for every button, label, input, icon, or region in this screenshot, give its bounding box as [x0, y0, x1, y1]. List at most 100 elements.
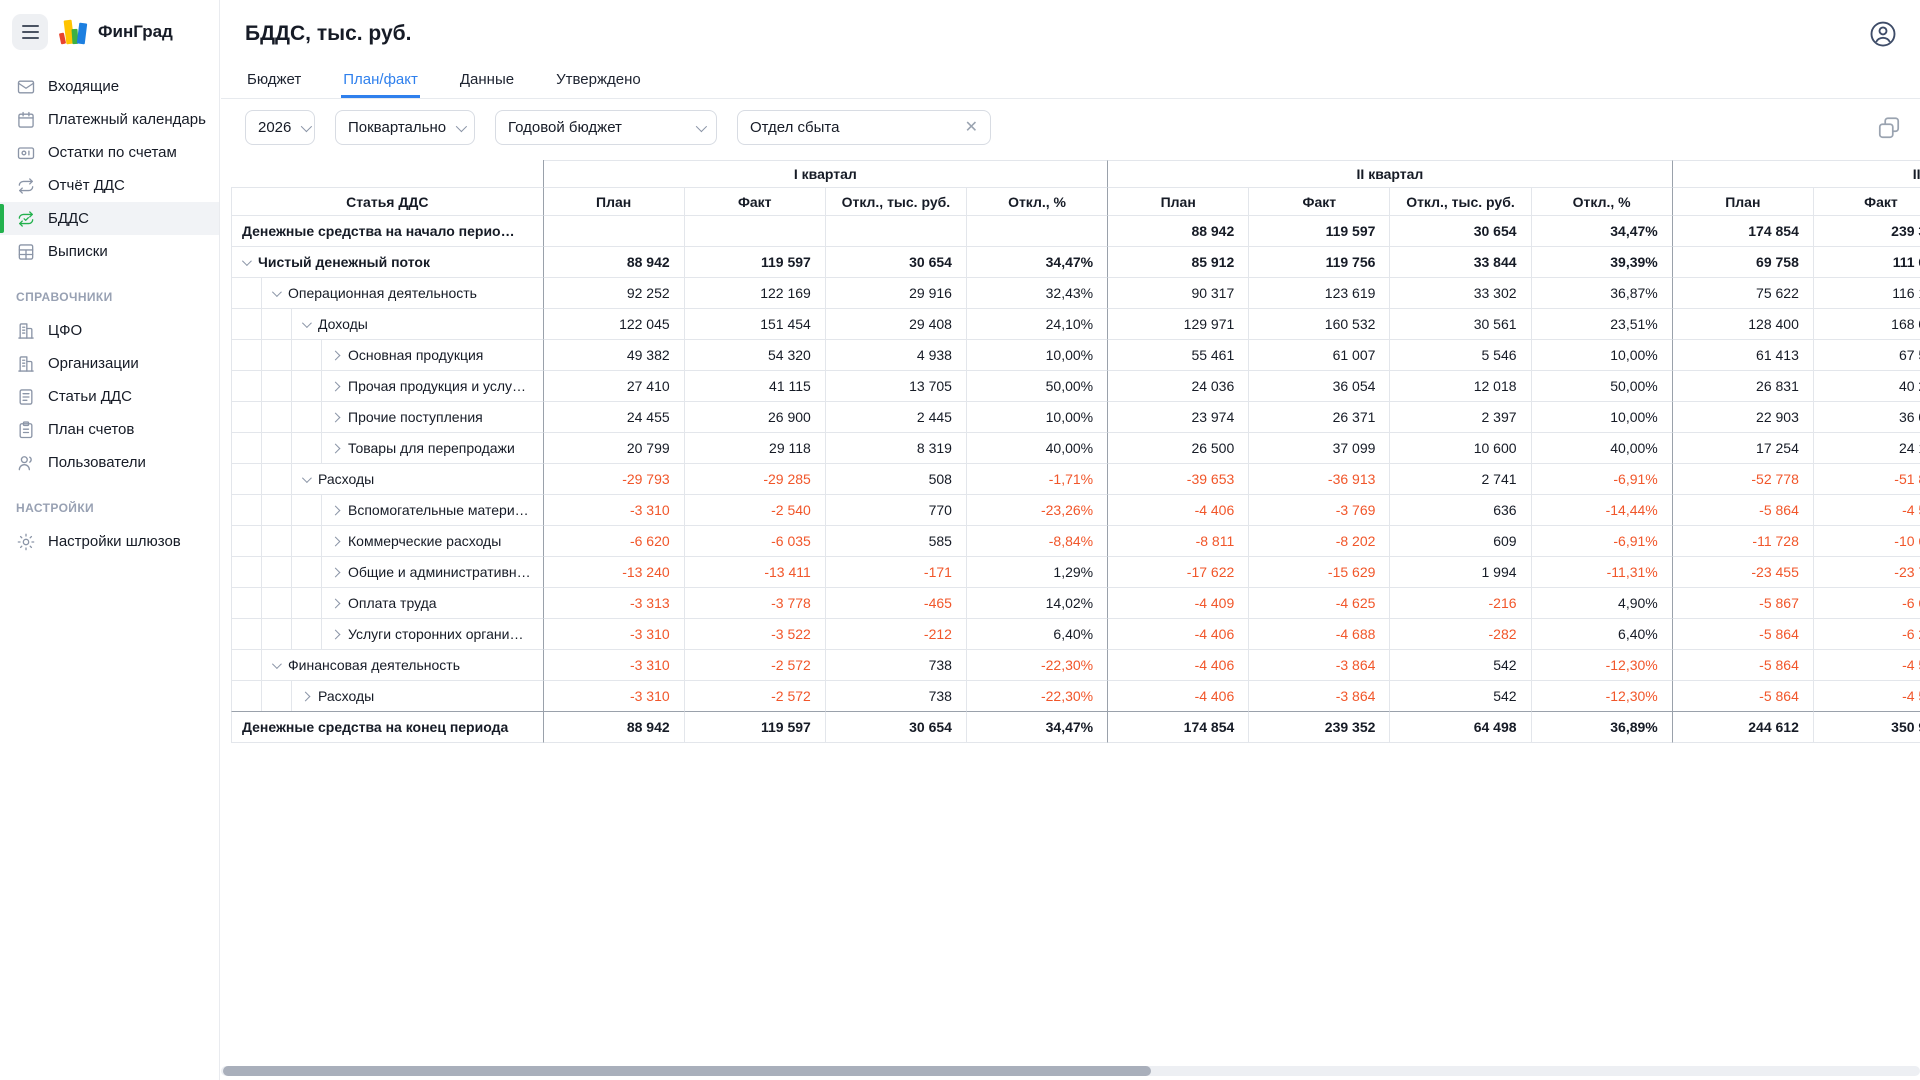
- value-cell: -4 55: [1814, 650, 1920, 681]
- horizontal-scrollbar[interactable]: [221, 1066, 1920, 1076]
- expand-chevron-icon[interactable]: [322, 619, 348, 649]
- value-cell: 6,40%: [967, 619, 1108, 650]
- row-label-cell: Доходы: [231, 309, 544, 340]
- expand-chevron-icon[interactable]: [322, 526, 348, 556]
- value-cell: -22,30%: [967, 681, 1108, 712]
- sidebar-item-label: ЦФО: [48, 322, 82, 339]
- value-cell: -2 572: [685, 681, 826, 712]
- row-label-cell: Услуги сторонних органи…: [231, 619, 544, 650]
- tab-data[interactable]: Данные: [458, 62, 516, 98]
- chevron-down-icon: [696, 120, 707, 131]
- expand-chevron-icon[interactable]: [292, 309, 318, 339]
- value-cell: -4 55: [1814, 681, 1920, 712]
- table-row[interactable]: Доходы122 045151 45429 40824,10%129 9711…: [231, 309, 1920, 340]
- value-cell: -8 202: [1249, 526, 1390, 557]
- tab-plan-fact[interactable]: План/факт: [341, 62, 420, 98]
- copy-button[interactable]: [1876, 115, 1902, 141]
- sidebar-item-account-balances[interactable]: Остатки по счетам: [0, 136, 219, 169]
- value-cell: 119 597: [685, 712, 826, 743]
- table-row[interactable]: Денежные средства на конец периода88 942…: [231, 712, 1920, 743]
- expand-chevron-icon[interactable]: [322, 371, 348, 401]
- value-cell: 1 994: [1390, 557, 1531, 588]
- value-cell: -2 572: [685, 650, 826, 681]
- sidebar-item-label: Платежный календарь: [48, 111, 206, 128]
- sidebar-item-dds-articles[interactable]: Статьи ДДС: [0, 380, 219, 413]
- sidebar-item-gateway-settings[interactable]: Настройки шлюзов: [0, 525, 219, 558]
- sidebar-item-cfo[interactable]: ЦФО: [0, 314, 219, 347]
- table-row[interactable]: Прочие поступления24 45526 9002 44510,00…: [231, 402, 1920, 433]
- value-cell: 24 455: [544, 402, 685, 433]
- subheader: План: [1108, 188, 1249, 216]
- department-filter-value: Отдел сбыта: [750, 119, 955, 136]
- table-row[interactable]: Вспомогательные матери…-3 310-2 540770-2…: [231, 495, 1920, 526]
- value-cell: -4 406: [1108, 619, 1249, 650]
- value-cell: 4,90%: [1532, 588, 1673, 619]
- value-cell: 34,47%: [1532, 216, 1673, 247]
- sidebar-item-bdds[interactable]: БДДС: [0, 202, 219, 235]
- table-row[interactable]: Товары для перепродажи20 79929 1188 3194…: [231, 433, 1920, 464]
- expand-chevron-icon[interactable]: [292, 681, 318, 711]
- sidebar-item-inbox[interactable]: Входящие: [0, 70, 219, 103]
- sidebar-item-chart-of-accounts[interactable]: План счетов: [0, 413, 219, 446]
- value-cell: 90 317: [1108, 278, 1249, 309]
- sidebar-item-payment-calendar[interactable]: Платежный календарь: [0, 103, 219, 136]
- hamburger-menu-button[interactable]: [12, 14, 48, 50]
- expand-chevron-icon[interactable]: [322, 340, 348, 370]
- year-select[interactable]: 2026: [245, 110, 315, 145]
- table-row[interactable]: Денежные средства на начало перио…88 942…: [231, 216, 1920, 247]
- sidebar-item-users[interactable]: Пользователи: [0, 446, 219, 479]
- user-avatar-icon[interactable]: [1868, 19, 1898, 49]
- value-cell: 119 597: [1249, 216, 1390, 247]
- value-cell: 20 799: [544, 433, 685, 464]
- table-viewport: I кварталII кварталIII кварталСтатья ДДС…: [231, 160, 1920, 743]
- value-cell: 61 413: [1673, 340, 1814, 371]
- table-row[interactable]: Основная продукция49 38254 3204 93810,00…: [231, 340, 1920, 371]
- value-cell: 151 454: [685, 309, 826, 340]
- table-row[interactable]: Прочая продукция и услу…27 41041 11513 7…: [231, 371, 1920, 402]
- table-row[interactable]: Финансовая деятельность-3 310-2 572738-2…: [231, 650, 1920, 681]
- table-row[interactable]: Оплата труда-3 313-3 778-46514,02%-4 409…: [231, 588, 1920, 619]
- value-cell: 770: [826, 495, 967, 526]
- value-cell: 69 758: [1673, 247, 1814, 278]
- table-row[interactable]: Расходы-3 310-2 572738-22,30%-4 406-3 86…: [231, 681, 1920, 712]
- value-cell: 10,00%: [967, 340, 1108, 371]
- expand-chevron-icon[interactable]: [322, 495, 348, 525]
- value-cell: 244 612: [1673, 712, 1814, 743]
- subheader: План: [544, 188, 685, 216]
- clear-filter-icon[interactable]: ✕: [965, 120, 978, 136]
- value-cell: -8,84%: [967, 526, 1108, 557]
- table-row[interactable]: Общие и административн…-13 240-13 411-17…: [231, 557, 1920, 588]
- department-filter[interactable]: Отдел сбыта ✕: [737, 110, 991, 145]
- budget-select[interactable]: Годовой бюджет: [495, 110, 717, 145]
- table-row[interactable]: Операционная деятельность92 252122 16929…: [231, 278, 1920, 309]
- value-cell: 40,00%: [967, 433, 1108, 464]
- expand-chevron-icon[interactable]: [262, 650, 288, 680]
- expand-chevron-icon[interactable]: [322, 588, 348, 618]
- table-row[interactable]: Коммерческие расходы-6 620-6 035585-8,84…: [231, 526, 1920, 557]
- tab-budget[interactable]: Бюджет: [245, 62, 303, 98]
- tab-bar: Бюджет План/факт Данные Утверждено: [221, 62, 1920, 99]
- table-row[interactable]: Расходы-29 793-29 285508-1,71%-39 653-36…: [231, 464, 1920, 495]
- expand-chevron-icon[interactable]: [322, 433, 348, 463]
- filter-bar: 2026 Поквартально Годовой бюджет Отдел с…: [221, 99, 1920, 154]
- expand-chevron-icon[interactable]: [292, 464, 318, 494]
- period-select[interactable]: Поквартально: [335, 110, 475, 145]
- scrollbar-thumb[interactable]: [223, 1066, 1151, 1076]
- table-row[interactable]: Услуги сторонних органи…-3 310-3 522-212…: [231, 619, 1920, 650]
- sidebar-item-dds-report[interactable]: Отчёт ДДС: [0, 169, 219, 202]
- expand-chevron-icon[interactable]: [262, 278, 288, 308]
- sidebar-item-organizations[interactable]: Организации: [0, 347, 219, 380]
- value-cell: -13 240: [544, 557, 685, 588]
- value-cell: 67 55: [1814, 340, 1920, 371]
- sidebar-item-statements[interactable]: Выписки: [0, 235, 219, 268]
- expand-chevron-icon[interactable]: [232, 247, 258, 277]
- tab-approved[interactable]: Утверждено: [554, 62, 643, 98]
- plan-fact-table: I кварталII кварталIII кварталСтатья ДДС…: [231, 160, 1920, 743]
- value-cell: -216: [1390, 588, 1531, 619]
- value-cell: 36 09: [1814, 402, 1920, 433]
- expand-chevron-icon[interactable]: [322, 402, 348, 432]
- value-cell: 36 054: [1249, 371, 1390, 402]
- cashbox-icon: [16, 143, 36, 163]
- expand-chevron-icon[interactable]: [322, 557, 348, 587]
- table-row[interactable]: Чистый денежный поток88 942119 59730 654…: [231, 247, 1920, 278]
